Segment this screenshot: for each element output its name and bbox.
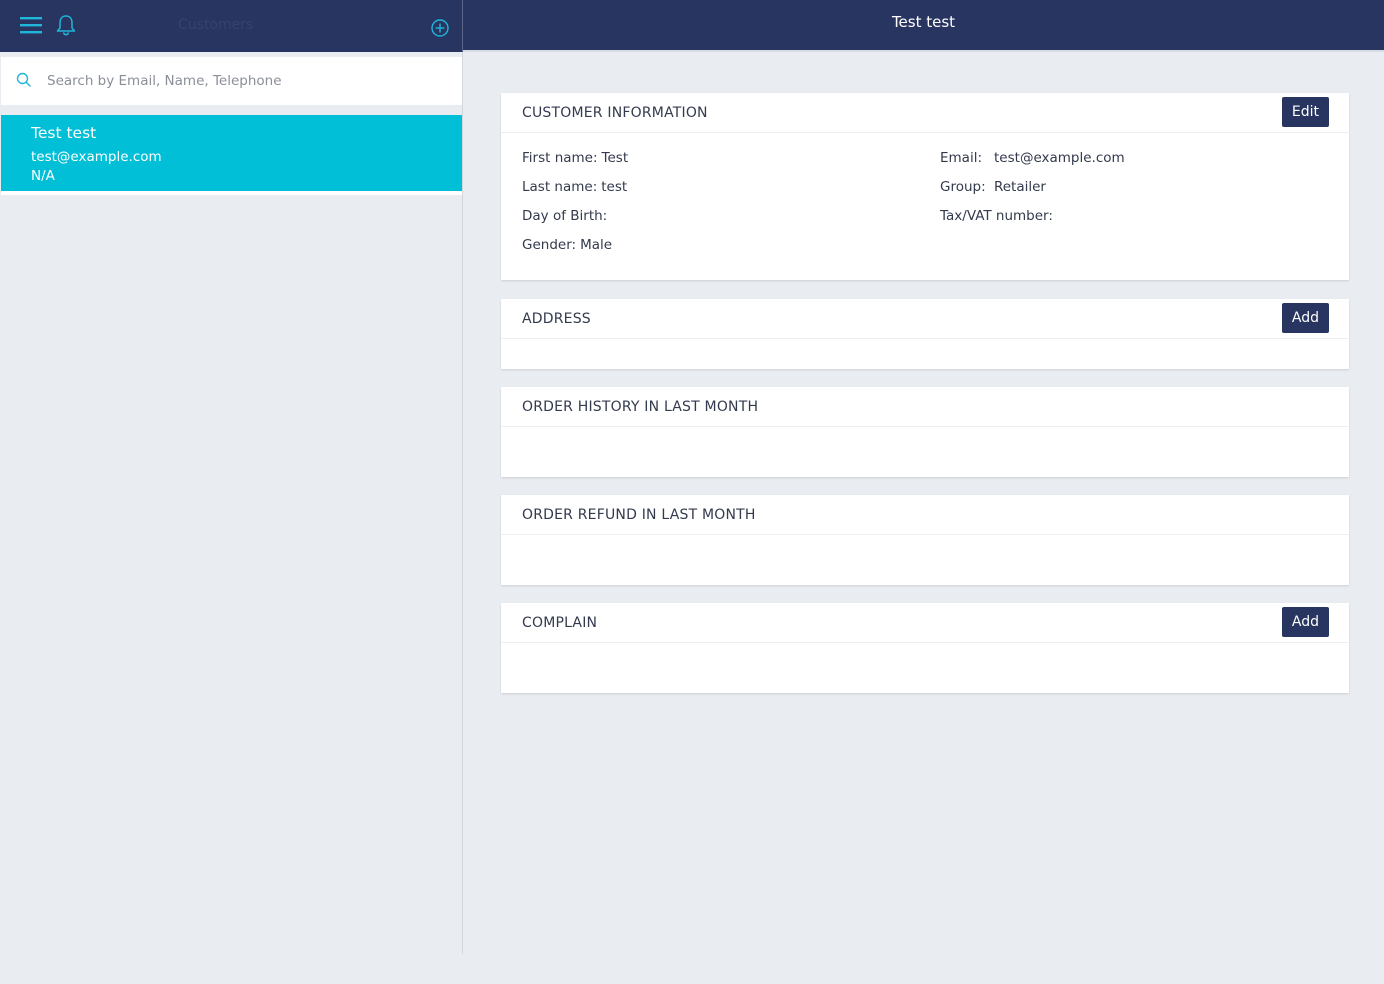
last-name-row: Last name: test [522,179,627,195]
customer-telephone: N/A [31,168,55,184]
edit-button[interactable]: Edit [1281,97,1329,127]
group-row: Group: Retailer [940,179,1046,195]
card-title: ADDRESS [522,311,591,327]
add-customer-icon[interactable] [430,18,450,38]
email-row: Email: test@example.com [940,150,1125,166]
customer-information-card: CUSTOMER INFORMATION Edit First name: Tes… [501,93,1349,280]
search-box [1,57,462,105]
card-title: COMPLAIN [522,615,598,631]
tax-row: Tax/VAT number: [940,208,1057,224]
customer-sidebar: Test test test@example.com N/A [0,52,463,954]
dob-row: Day of Birth: [522,208,611,224]
group-label: Group: [940,179,986,195]
last-name-label: Last name: [522,179,598,195]
card-title: ORDER REFUND IN LAST MONTH [522,507,756,523]
sidebar-header: Customers [0,0,462,52]
address-card: ADDRESS Add [501,299,1349,369]
first-name-label: First name: [522,150,598,166]
order-refund-card: ORDER REFUND IN LAST MONTH [501,495,1349,585]
page-title: Test test [891,13,956,31]
bell-icon[interactable] [54,13,78,37]
dob-label: Day of Birth: [522,208,608,224]
sidebar-title: Customers [178,17,254,33]
card-header: ADDRESS Add [501,299,1349,339]
main-header: Test test [463,0,1384,52]
complain-card: COMPLAIN Add [501,603,1349,693]
card-header: CUSTOMER INFORMATION Edit [501,93,1349,133]
customer-name: Test test [31,124,97,142]
card-title: ORDER HISTORY IN LAST MONTH [522,399,759,415]
card-header: ORDER REFUND IN LAST MONTH [501,495,1349,535]
email-value: test@example.com [994,150,1125,166]
gender-value: Male [580,237,613,253]
card-header: COMPLAIN Add [501,603,1349,643]
tax-label: Tax/VAT number: [940,208,1053,224]
add-address-button[interactable]: Add [1281,303,1329,333]
group-value: Retailer [993,179,1046,195]
gender-label: Gender: [522,237,577,253]
first-name-row: First name: Test [522,150,628,166]
customer-list-item[interactable]: Test test test@example.com N/A [1,115,462,195]
first-name-value: Test [601,150,629,166]
search-icon [16,72,31,87]
gender-row: Gender: Male [522,237,612,253]
add-complain-button[interactable]: Add [1281,607,1329,637]
customer-email: test@example.com [31,149,162,165]
search-input[interactable] [47,67,447,95]
order-history-card: ORDER HISTORY IN LAST MONTH [501,387,1349,477]
last-name-value: test [601,179,628,195]
card-title: CUSTOMER INFORMATION [522,105,708,121]
email-label: Email: [940,150,983,166]
menu-icon[interactable] [20,15,42,35]
card-header: ORDER HISTORY IN LAST MONTH [501,387,1349,427]
